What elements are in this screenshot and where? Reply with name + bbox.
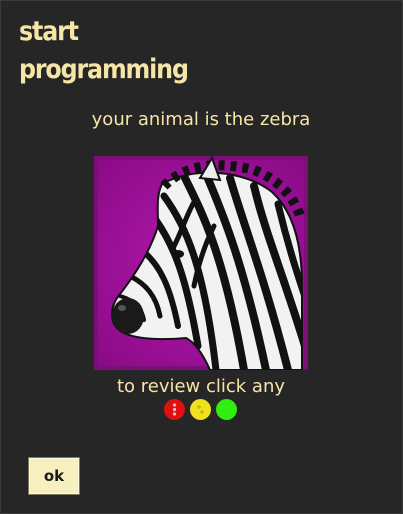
- red-dot-icon[interactable]: [164, 399, 185, 420]
- green-dot-icon[interactable]: [216, 399, 237, 420]
- start-programming-dialog: start programming your animal is the zeb…: [0, 0, 403, 514]
- animal-message: your animal is the zebra: [91, 109, 311, 130]
- zebra-image: [94, 156, 308, 370]
- review-prompt: to review click any: [116, 376, 286, 397]
- dialog-title: start programming: [19, 13, 189, 89]
- ok-button[interactable]: ok: [28, 457, 80, 495]
- zebra-illustration: [94, 156, 308, 370]
- review-buttons: [164, 399, 237, 420]
- yellow-dot-icon[interactable]: [190, 399, 211, 420]
- title-line-2: programming: [19, 54, 189, 85]
- title-line-1: start: [19, 16, 79, 47]
